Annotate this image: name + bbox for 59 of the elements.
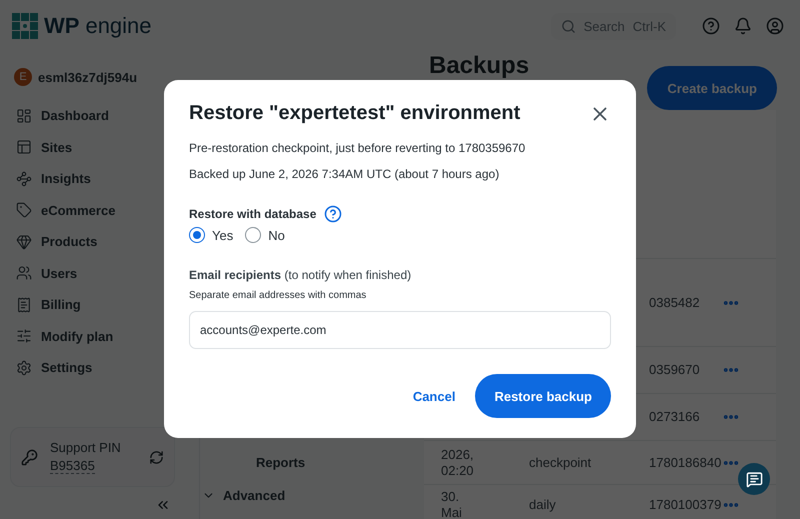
date-cell-text: 2026, 02:20	[441, 446, 475, 478]
chat-icon	[746, 470, 762, 488]
type-cell-text: daily	[529, 496, 557, 512]
sidebar-item[interactable]: Users	[14, 258, 175, 289]
sidebar-item[interactable]: Modify plan	[14, 320, 175, 352]
logo-text: WP	[44, 13, 80, 39]
key-icon	[21, 448, 38, 466]
sidebar-item[interactable]: Products	[14, 226, 175, 258]
help-icon[interactable]	[702, 17, 720, 35]
bell-icon[interactable]	[734, 17, 752, 35]
support-label: Support PIN	[50, 440, 122, 455]
id-cell-text: 0359670	[649, 362, 701, 378]
support-pin: B95365	[50, 458, 95, 474]
radio-button[interactable]	[189, 227, 205, 243]
page-title: Backups	[429, 54, 530, 78]
menu-item-icon	[16, 328, 32, 344]
menu-item-icon	[16, 234, 32, 250]
menu-item-icon	[16, 265, 32, 282]
dialog-text: Pre-restoration checkpoint, just before reverting to 1780359670	[189, 141, 526, 155]
menu-item-icon	[16, 170, 32, 187]
sidebar-item[interactable]: Billing	[14, 289, 175, 320]
id-cell: 1780100379	[649, 496, 722, 512]
id-cell-text: 0273166	[649, 409, 701, 425]
menu-item-icon	[16, 360, 32, 376]
help-icon[interactable]	[324, 205, 342, 223]
create-backup-button[interactable]: Create backup	[647, 66, 777, 110]
menu-item-icon	[16, 139, 32, 156]
sidebar-item[interactable]: eCommerce	[14, 194, 175, 226]
email-input[interactable]: accounts@experte.com	[189, 311, 611, 349]
id-cell-text: 0385482	[649, 294, 701, 310]
logo-text: engine	[85, 13, 152, 39]
radio-option[interactable]: No	[245, 227, 285, 243]
sidebar-item[interactable]: Settings	[14, 352, 175, 384]
radio-option[interactable]: Yes	[189, 227, 234, 243]
menu-item-icon	[16, 108, 32, 124]
user-icon[interactable]	[766, 17, 784, 35]
sidebar-item[interactable]: Insights	[14, 163, 175, 194]
type-cell-text: checkpoint	[529, 454, 592, 470]
dialog-text: Backed up June 2, 2026 7:34AM UTC (about 7 hours ago)	[189, 167, 500, 181]
nav-section[interactable]: Advanced	[202, 480, 424, 510]
radio-button[interactable]	[245, 227, 262, 243]
date-cell-text: 30. Mai	[441, 488, 463, 519]
menu-item-icon	[16, 202, 32, 218]
id-cell: 1780186840	[649, 454, 722, 470]
logo-icon	[12, 13, 38, 39]
email-label: Email recipients (to notify when finished)	[189, 268, 412, 282]
menu-item-icon	[16, 296, 32, 313]
cancel-button[interactable]: Cancel	[412, 384, 456, 408]
sidebar-item[interactable]: Dashboard	[14, 100, 175, 132]
nav-link[interactable]: Reports	[230, 444, 424, 480]
sidebar-item[interactable]: Sites	[14, 132, 175, 163]
refresh-icon[interactable]	[149, 450, 164, 464]
restore-backup-button[interactable]: Restore backup	[475, 374, 611, 418]
avatar: E	[14, 68, 32, 86]
email-hint: Separate email addresses with commas	[189, 290, 368, 301]
search-icon	[560, 18, 576, 34]
dialog-title: Restore "expertetest" environment	[189, 102, 520, 125]
account-name[interactable]: esml36z7dj594u	[38, 70, 138, 84]
database-label: Restore with database	[189, 207, 316, 221]
